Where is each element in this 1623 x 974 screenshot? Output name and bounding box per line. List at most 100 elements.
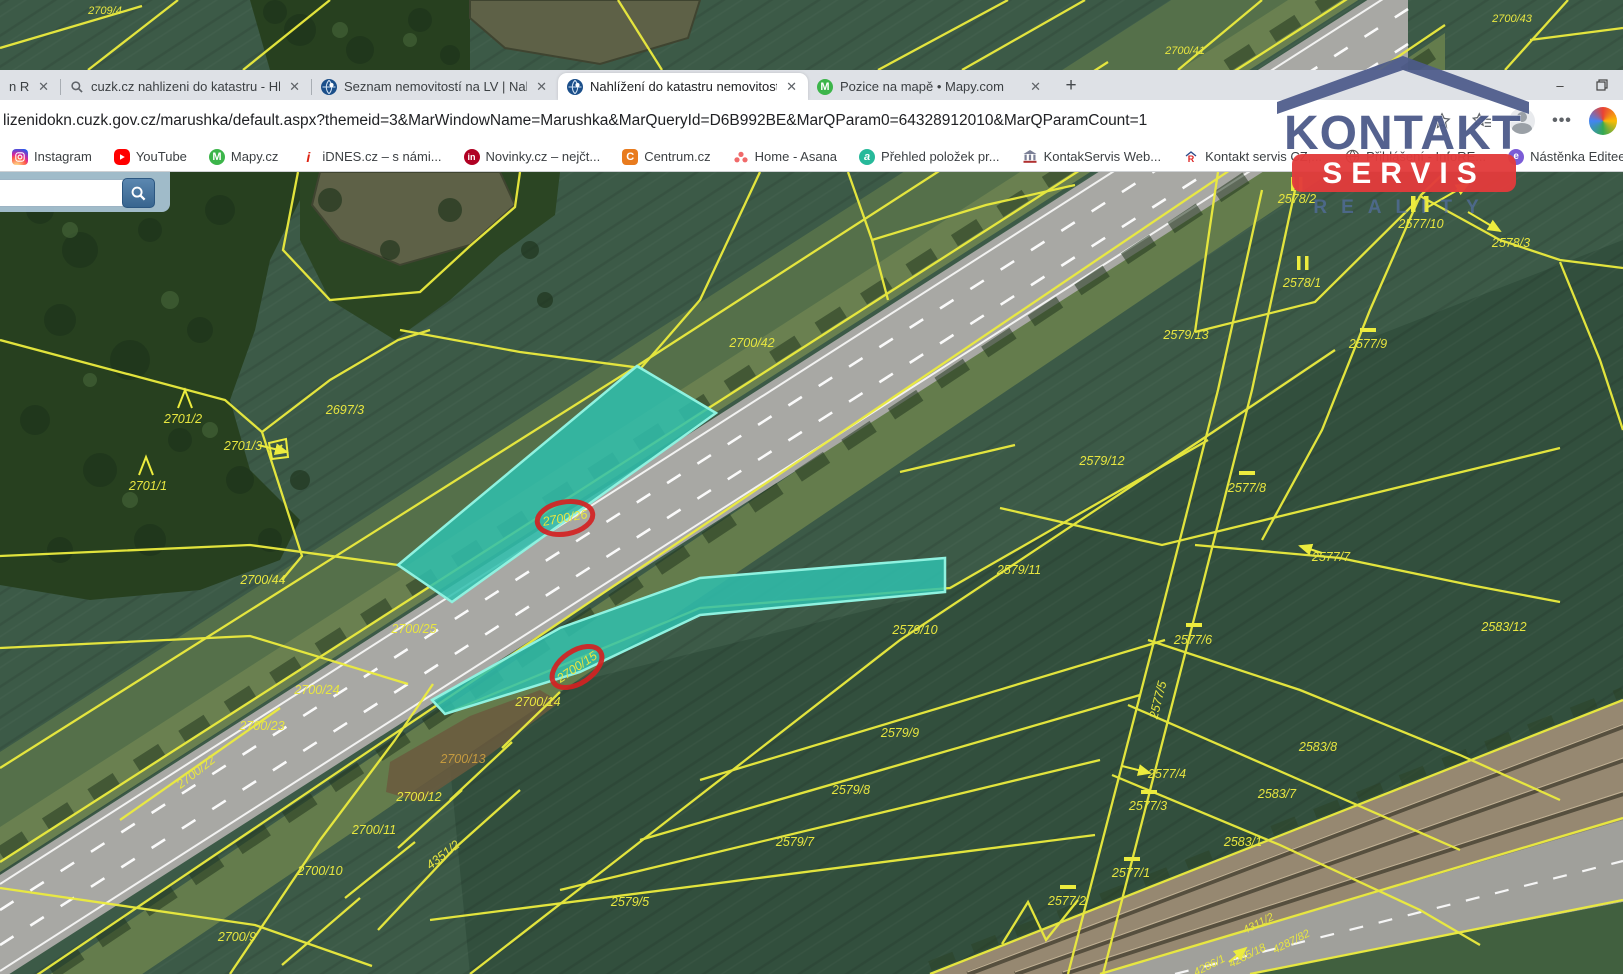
parcel-label: 2701/3: [223, 439, 262, 453]
parcel-label: 2577/4: [1147, 767, 1186, 781]
tab-4[interactable]: Nahlížení do katastru nemovitostí✕: [558, 73, 808, 100]
bookmark-label: iDNES.cz – s námi...: [322, 149, 441, 164]
parcel-label: 2700/13: [439, 752, 485, 766]
editee-icon: e: [1508, 149, 1524, 165]
parcel-label: 2709/4: [87, 5, 122, 17]
restore-button[interactable]: [1581, 70, 1623, 100]
parcel-label: 2579/9: [880, 726, 919, 740]
restore-icon: [1596, 79, 1608, 91]
bookmark-label: Novinky.cz – nejčt...: [486, 149, 601, 164]
youtube-icon: [114, 149, 130, 165]
parcel-label: 2701/1: [128, 479, 167, 493]
remax-house-icon: R: [1183, 149, 1199, 165]
parcel-label: 2700/42: [728, 336, 774, 350]
tab-3[interactable]: Seznam nemovitostí na LV | Nahlíž ✕: [312, 73, 558, 100]
minimize-button[interactable]: –: [1539, 70, 1581, 100]
bookmark-label: Přehled položek pr...: [881, 149, 1000, 164]
prehled-icon: a: [859, 149, 875, 165]
bookmark-5[interactable]: inNovinky.cz – nejčt...: [464, 149, 601, 165]
parcel-label: 2578/1: [1282, 276, 1321, 290]
map-search-panel: [0, 172, 170, 212]
bookmark-label: KontakServis Web...: [1044, 149, 1162, 164]
parcel-label: 2697/3: [325, 403, 364, 417]
building-icon: [1022, 149, 1038, 165]
parcel-symbol: [1411, 196, 1416, 212]
parcel-label: 2579/12: [1078, 454, 1124, 468]
parcel-label: 2700/44: [239, 573, 285, 587]
parcel-label: 2579/10: [891, 623, 937, 637]
bookmark-label: Instagram: [34, 149, 92, 164]
bookmark-9[interactable]: KontakServis Web...: [1022, 149, 1162, 165]
tab-close-icon[interactable]: ✕: [534, 79, 549, 95]
bookmark-3[interactable]: MMapy.cz: [209, 149, 278, 165]
bookmark-12[interactable]: eNástěnka Editee.co...: [1508, 149, 1623, 165]
tab-close-icon[interactable]: ✕: [1028, 79, 1043, 95]
parcel-label: 2577/1: [1111, 866, 1150, 880]
parcel-label: 2577/3: [1128, 799, 1167, 813]
search-icon: [70, 80, 84, 94]
bookmark-10[interactable]: R Kontakt servis CZ,...: [1183, 149, 1322, 165]
parcel-label: 2700/14: [514, 695, 560, 709]
tab-close-icon[interactable]: ✕: [784, 79, 799, 95]
parcel-label: 2577/10: [1397, 217, 1443, 231]
map-search-button[interactable]: [122, 178, 155, 208]
bookmark-label: Mapy.cz: [231, 149, 278, 164]
parcel-label: 2701/2: [163, 412, 202, 426]
profile-avatar[interactable]: [1509, 108, 1535, 134]
bookmark-label: Centrum.cz: [644, 149, 710, 164]
collections-star-icon[interactable]: [1469, 108, 1495, 134]
bookmark-7[interactable]: Home - Asana: [733, 149, 837, 165]
tab-2[interactable]: cuzk.cz nahlizeni do katastru - Hled✕: [61, 73, 311, 100]
parcel-label: 2579/7: [775, 835, 815, 849]
parcel-label: 2583/12: [1480, 620, 1526, 634]
window-controls: –: [1539, 70, 1623, 100]
parcel-label: 2577/6: [1173, 633, 1212, 647]
parcel-label: 2579/5: [610, 895, 649, 909]
bookmark-8[interactable]: a Přehled položek pr...: [859, 149, 1000, 165]
bookmarks-bar: Instagram YouTube MMapy.cz iiDNES.cz – s ná…: [0, 142, 1623, 172]
parcel-label: 2700/11: [351, 823, 396, 837]
tab-label: Pozice na mapě • Mapy.com: [840, 79, 1021, 94]
url-text[interactable]: lizenidokn.cuzk.gov.cz/marushka/default.…: [0, 112, 1383, 130]
tab-5[interactable]: M Pozice na mapě • Mapy.com ✕: [808, 73, 1052, 100]
tab-label: n Re: [9, 79, 29, 94]
bookmark-4[interactable]: iiDNES.cz – s námi...: [300, 149, 441, 165]
parcel-symbol: [1124, 857, 1140, 861]
bookmark-label: Přihlášení - InfoRE...: [1366, 149, 1486, 164]
tab-label: Seznam nemovitostí na LV | Nahlíž: [344, 79, 527, 94]
tab-1[interactable]: n Re ✕: [0, 73, 60, 100]
favorite-star-icon[interactable]: [1429, 108, 1455, 134]
cuzk-globe-icon: [567, 79, 583, 95]
svg-text:R: R: [1188, 154, 1195, 164]
parcel-label: 2579/8: [831, 783, 870, 797]
centrum-icon: C: [622, 149, 638, 165]
bookmark-label: Kontakt servis CZ,...: [1205, 149, 1322, 164]
new-tab-button[interactable]: +: [1058, 73, 1084, 99]
menu-dots-icon[interactable]: •••: [1549, 108, 1575, 134]
bookmark-1[interactable]: Instagram: [12, 149, 92, 165]
parcel-symbol: [1186, 623, 1202, 627]
globe-icon: [1344, 149, 1360, 165]
tab-close-icon[interactable]: ✕: [287, 79, 302, 95]
parcel-label: 2700/41: [1164, 45, 1205, 57]
parcel-label: 2700/43: [1491, 13, 1533, 25]
bookmark-11[interactable]: Přihlášení - InfoRE...: [1344, 149, 1486, 165]
parcel-label: 2700/23: [238, 719, 284, 733]
parcel-label: 2579/11: [996, 563, 1041, 577]
parcel-label: 2577/2: [1047, 894, 1086, 908]
browser-window: 2709/4 2700/41 2700/43 2697/3 2700/42 2701/2 2…: [0, 0, 1623, 974]
parcel-label: 2583/8: [1298, 740, 1337, 754]
map-search-input[interactable]: [0, 179, 126, 207]
address-bar: lizenidokn.cuzk.gov.cz/marushka/default.…: [0, 100, 1623, 143]
cuzk-globe-icon: [321, 79, 337, 95]
tab-bar: n Re✕cuzk.cz nahlizeni do katastru - Hle…: [0, 70, 1623, 100]
mapy-icon: M: [817, 79, 833, 95]
parcel-symbol: [1141, 790, 1157, 794]
bookmark-2[interactable]: YouTube: [114, 149, 187, 165]
browser-profile-icon[interactable]: [1589, 107, 1617, 135]
parcel-label: 2578/3: [1491, 236, 1530, 250]
bookmark-6[interactable]: C Centrum.cz: [622, 149, 710, 165]
parcel-label: 2583/7: [1257, 787, 1297, 801]
parcel-label: 2577/8: [1227, 481, 1266, 495]
tab-close-icon[interactable]: ✕: [36, 79, 51, 95]
